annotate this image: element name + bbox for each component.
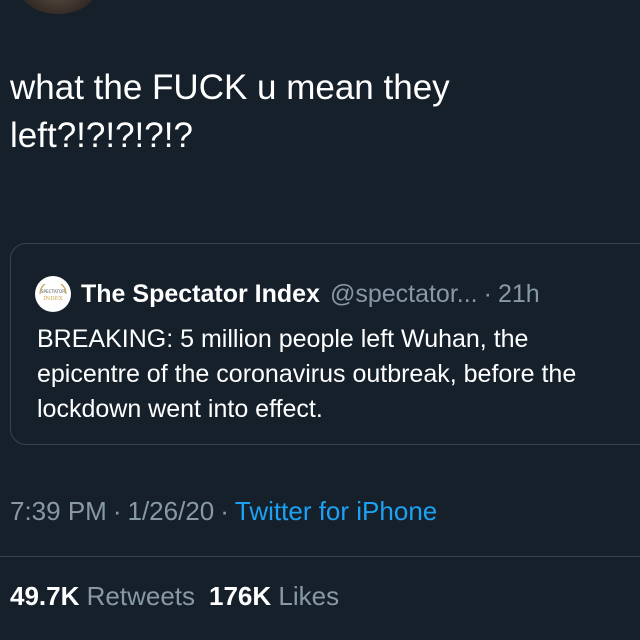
quoted-tweet-text: BREAKING: 5 million people left Wuhan, t… (37, 325, 577, 423)
likes-label: Likes (278, 581, 340, 611)
likes-count: 176K (209, 581, 272, 611)
author-avatar[interactable] (18, 0, 98, 14)
retweets-label: Retweets (86, 581, 196, 611)
logo-text-top: SPECTATOR (41, 289, 65, 294)
retweets-stat[interactable]: 49.7K Retweets (10, 581, 195, 611)
quoted-timestamp[interactable]: 21h (498, 280, 540, 309)
meta-separator: · (112, 496, 122, 526)
tweet-source-link[interactable]: Twitter for iPhone (235, 496, 437, 526)
tweet-text: what the FUCK u mean they left?!?!?!?!? (10, 68, 450, 155)
tweet-stats: 49.7K Retweets 176K Likes (10, 581, 339, 612)
meta-separator-2: · (220, 496, 229, 526)
quoted-author-name[interactable]: The Spectator Index (81, 280, 320, 309)
quoted-author-handle[interactable]: @spectator... (330, 280, 478, 309)
likes-stat[interactable]: 176K Likes (209, 581, 339, 611)
tweet-meta: 7:39 PM · 1/26/20 · Twitter for iPhone (10, 496, 437, 527)
tweet-date[interactable]: 1/26/20 (128, 496, 215, 526)
quoted-separator: · (483, 279, 492, 308)
tweet-time[interactable]: 7:39 PM (10, 496, 107, 526)
spectator-index-logo-icon[interactable]: SPECTATOR INDEX (35, 276, 71, 312)
retweets-count: 49.7K (10, 581, 80, 611)
quoted-tweet-card[interactable]: SPECTATOR INDEX The Spectator Index @spe… (10, 243, 640, 445)
divider (0, 556, 640, 557)
logo-text-bottom: INDEX (43, 296, 62, 302)
quoted-tweet-header: SPECTATOR INDEX The Spectator Index @spe… (35, 274, 540, 314)
